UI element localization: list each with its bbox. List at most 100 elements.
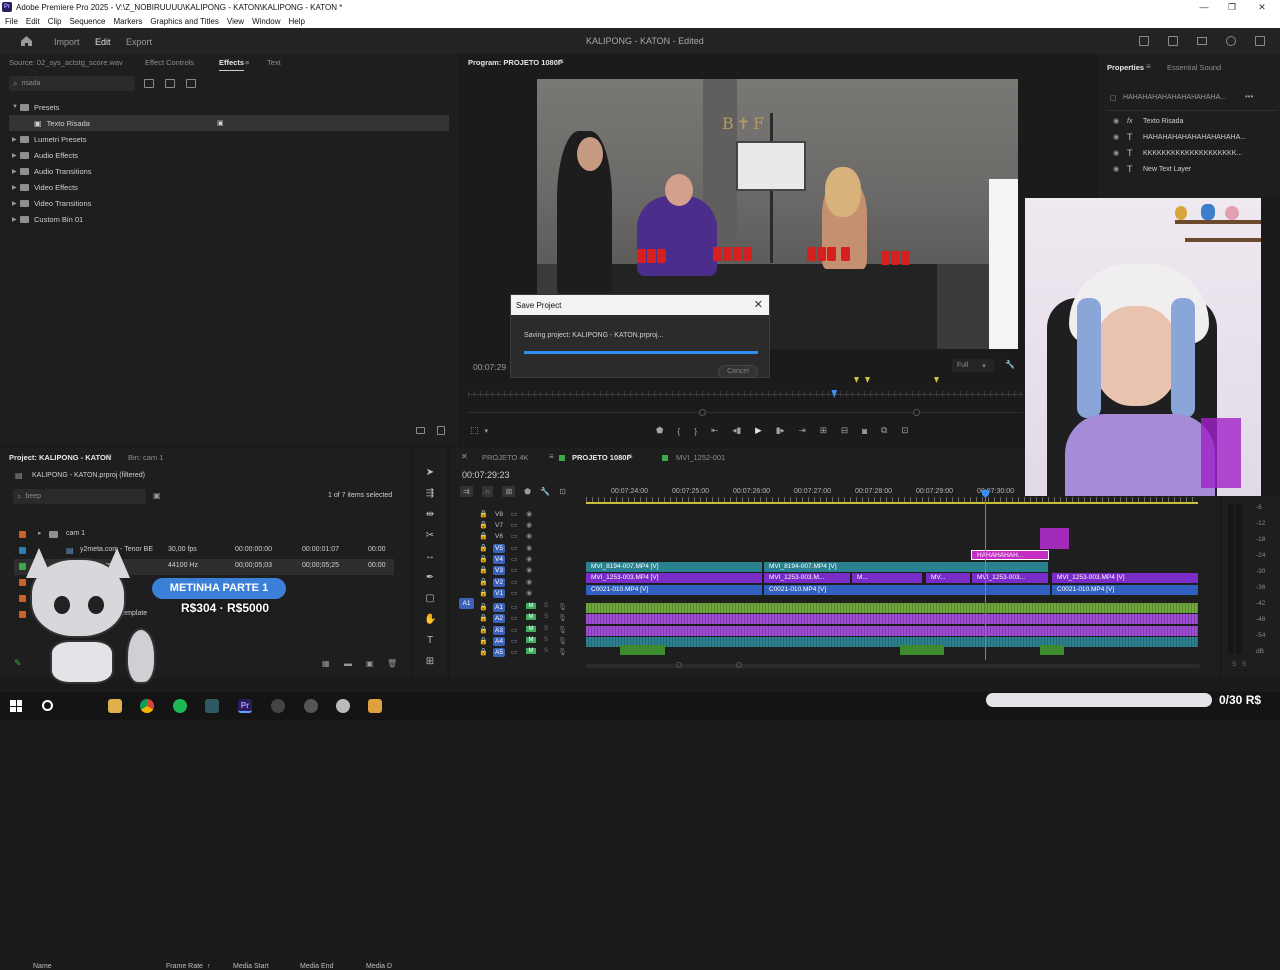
lock-icon[interactable]: 🔒 (479, 566, 488, 574)
track-label-a4[interactable]: A4 (493, 637, 505, 646)
eye-icon[interactable]: ◉ (526, 589, 532, 597)
quick-export-icon[interactable] (1197, 37, 1207, 45)
track-select-icon[interactable]: ⇶ (424, 483, 436, 504)
eye-icon[interactable]: ◉ (526, 566, 532, 574)
fullscreen-icon[interactable] (1255, 36, 1265, 46)
track-label-v3[interactable]: V3 (493, 566, 505, 575)
menu-window[interactable]: Window (252, 17, 280, 26)
track-label-a3[interactable]: A3 (493, 626, 505, 635)
solo-icon[interactable]: S (544, 614, 548, 620)
tab-effects[interactable]: Effects (219, 58, 245, 71)
snap-icon[interactable]: ∩ (481, 486, 494, 497)
clip-v2[interactable]: MVI_1253-003.M... (764, 573, 850, 583)
eye-icon[interactable]: ◉ (526, 521, 532, 529)
lock-icon[interactable]: 🔒 (479, 614, 488, 622)
lock-icon[interactable]: 🔒 (479, 589, 488, 597)
go-to-in-icon[interactable]: ⇤ (711, 425, 718, 436)
eye-icon[interactable]: ◉ (526, 544, 532, 552)
tab-menu-icon[interactable]: ≡ (549, 452, 554, 461)
program-menu-icon[interactable]: ≡ (559, 57, 564, 66)
menu-markers[interactable]: Markers (114, 17, 143, 26)
close-icon[interactable]: ✕ (1248, 0, 1276, 14)
captions-icon[interactable]: ⊡ (559, 487, 566, 496)
mute-icon[interactable]: M (526, 603, 536, 609)
selection-tool-icon[interactable]: ➤ (424, 462, 436, 483)
app-icon[interactable] (368, 699, 382, 713)
freeform-view-icon[interactable]: ▦ (322, 659, 330, 668)
sync-icon[interactable]: ▭ (511, 648, 518, 656)
mark-out-icon[interactable]: } (694, 426, 697, 436)
play-icon[interactable]: ▶ (755, 425, 762, 436)
cancel-button[interactable]: Cancel (718, 365, 758, 378)
eye-icon[interactable]: ◉ (1113, 149, 1127, 157)
menu-file[interactable]: File (5, 17, 18, 26)
zoom-handle-right[interactable] (913, 409, 920, 416)
maximize-icon[interactable]: ❐ (1218, 0, 1246, 14)
chrome-icon[interactable] (140, 699, 154, 713)
menu-help[interactable]: Help (289, 17, 305, 26)
settings-wrench-icon[interactable]: 🔧 (1005, 360, 1015, 369)
sync-icon[interactable]: ▭ (511, 637, 518, 645)
solo-icon[interactable]: S (544, 637, 548, 643)
search-icon[interactable] (42, 700, 53, 711)
vertical-type-icon[interactable]: ⊞ (424, 651, 436, 672)
track-label-v1[interactable]: V1 (493, 589, 505, 598)
clip-v1[interactable]: C0021-010.MP4 [V] (586, 585, 762, 595)
menu-view[interactable]: View (227, 17, 244, 26)
chevron-down-icon[interactable]: ▾ (485, 427, 489, 435)
col-name[interactable]: Name (33, 963, 52, 970)
tab-essential-sound[interactable]: Essential Sound (1167, 63, 1221, 72)
audio-clip-a5[interactable] (1040, 645, 1064, 655)
tree-video-transitions[interactable]: ▶ Video Transitions (12, 195, 91, 211)
clip-v2[interactable]: MVI_1253-003.MP4 [V] (1052, 573, 1198, 583)
clip-v2[interactable]: MVI_1253-003.MP4 [V] (586, 573, 762, 583)
col-media-start[interactable]: Media Start (233, 963, 269, 970)
tab-properties[interactable]: Properties (1107, 63, 1144, 72)
mic-icon[interactable]: 🎙 (558, 648, 567, 656)
obs-icon[interactable] (271, 699, 285, 713)
lock-icon[interactable]: 🔒 (479, 578, 488, 586)
lock-icon[interactable]: 🔒 (479, 555, 488, 563)
eye-icon[interactable]: ◉ (526, 532, 532, 540)
mute-icon[interactable]: M (526, 637, 536, 643)
yuv-effects-icon[interactable] (186, 79, 196, 88)
layer-row[interactable]: ◉ fx Texto Risada (1113, 113, 1278, 129)
accelerated-effects-icon[interactable] (144, 79, 154, 88)
mic-icon[interactable]: 🎙 (558, 614, 567, 622)
chevron-icon[interactable]: ▸ (38, 529, 42, 537)
slip-tool-icon[interactable]: ↔ (424, 546, 436, 567)
comparison-icon[interactable]: ⧉ (881, 425, 887, 436)
audio-clip-a4[interactable] (586, 637, 1198, 647)
clip-v1[interactable]: C0021-010.MP4 [V] (1052, 585, 1198, 595)
layer-row[interactable]: ◉ T HAHAHAHAHAHAHAHAHAHA... (1113, 129, 1278, 145)
hand-tool-icon[interactable]: ✋ (424, 609, 436, 630)
export-frame-icon[interactable]: ◙ (862, 426, 867, 436)
file-explorer-icon[interactable] (108, 699, 122, 713)
effects-search-input[interactable]: risada (21, 80, 40, 87)
audio-clip-a5[interactable] (900, 645, 944, 655)
mic-icon[interactable]: 🎙 (558, 637, 567, 645)
add-marker-icon[interactable]: ⬟ (656, 425, 663, 436)
app-icon[interactable] (336, 699, 350, 713)
col-frame-rate[interactable]: Frame Rate (166, 963, 203, 970)
timeline-timecode[interactable]: 00:07:29:23 (462, 470, 510, 480)
project-row[interactable]: ▸ cam 1 (14, 527, 394, 543)
eye-icon[interactable]: ◉ (526, 578, 532, 586)
scroll-handle-left[interactable] (676, 662, 682, 668)
tab-menu-icon[interactable]: ≡ (628, 452, 633, 461)
new-item-icon[interactable]: ▣ (366, 659, 374, 668)
eye-icon[interactable]: ◉ (1113, 165, 1127, 173)
track-label-a2[interactable]: A2 (493, 614, 505, 623)
clip-v4-text[interactable]: HAHAHAHAH... (971, 550, 1049, 560)
pen-tool-icon[interactable]: ✒ (424, 567, 436, 588)
sync-icon[interactable]: ▭ (511, 626, 518, 634)
clip-v2[interactable]: MV... (926, 573, 970, 583)
sync-icon[interactable]: ▭ (511, 614, 518, 622)
tree-texto-risada[interactable]: ▣ Texto Risada ▣ (9, 115, 449, 131)
solo-right[interactable]: S (1242, 662, 1246, 668)
minimize-icon[interactable]: — (1190, 0, 1218, 14)
solo-icon[interactable]: S (544, 603, 548, 609)
lock-icon[interactable]: 🔒 (479, 603, 488, 611)
track-label-v4[interactable]: V4 (493, 555, 505, 564)
mic-icon[interactable]: 🎙 (558, 603, 567, 611)
